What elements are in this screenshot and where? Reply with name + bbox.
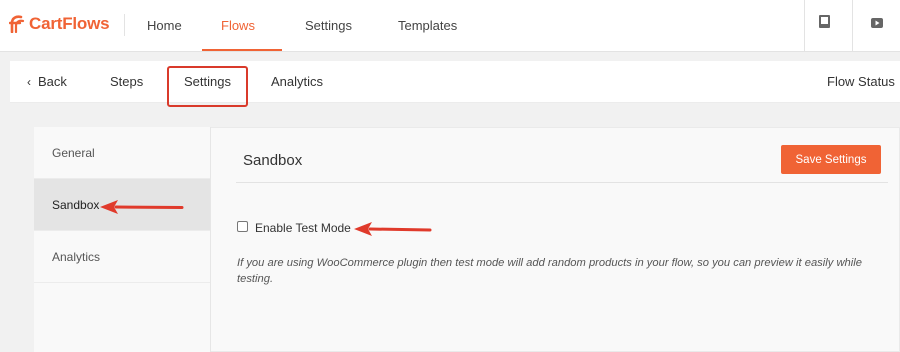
nav-flows[interactable]: Flows [221,0,255,52]
chevron-left-icon: ‹ [27,75,31,89]
title-divider [236,182,888,183]
enable-test-mode-label[interactable]: Enable Test Mode [255,221,351,235]
top-navigation-bar: CartFlows Home Flows Settings Templates [0,0,900,52]
cartflows-logo[interactable]: CartFlows [9,14,110,34]
flow-subnav: ‹ Back Steps Settings Analytics Flow Stat… [10,61,900,103]
settings-tab-highlight [167,66,248,107]
cartflows-logo-icon [9,15,25,33]
settings-sidebar: General Sandbox Analytics [34,127,211,352]
back-label: Back [38,74,67,89]
docs-button[interactable] [804,0,852,52]
tab-analytics[interactable]: Analytics [271,61,323,103]
nav-templates[interactable]: Templates [398,0,457,52]
test-mode-arrow-icon [354,222,432,236]
nav-settings[interactable]: Settings [305,0,352,52]
video-icon [871,18,883,28]
logo-divider [124,14,125,36]
nav-active-underline [202,49,282,51]
page-title: Sandbox [243,152,303,169]
back-button[interactable]: ‹ Back [27,61,67,103]
video-tutorial-button[interactable] [852,0,900,52]
test-mode-description: If you are using WooCommerce plugin then… [237,257,862,285]
tab-steps[interactable]: Steps [110,61,143,103]
sandbox-arrow-icon [100,200,184,214]
nav-home[interactable]: Home [147,0,182,52]
enable-test-mode-checkbox[interactable] [237,221,248,232]
logo-text: CartFlows [29,14,110,33]
sidebar-item-analytics[interactable]: Analytics [34,231,210,283]
save-settings-button[interactable]: Save Settings [781,145,881,174]
sidebar-item-general[interactable]: General [34,127,210,179]
flow-status-label[interactable]: Flow Status [827,61,895,103]
book-icon [819,15,830,28]
